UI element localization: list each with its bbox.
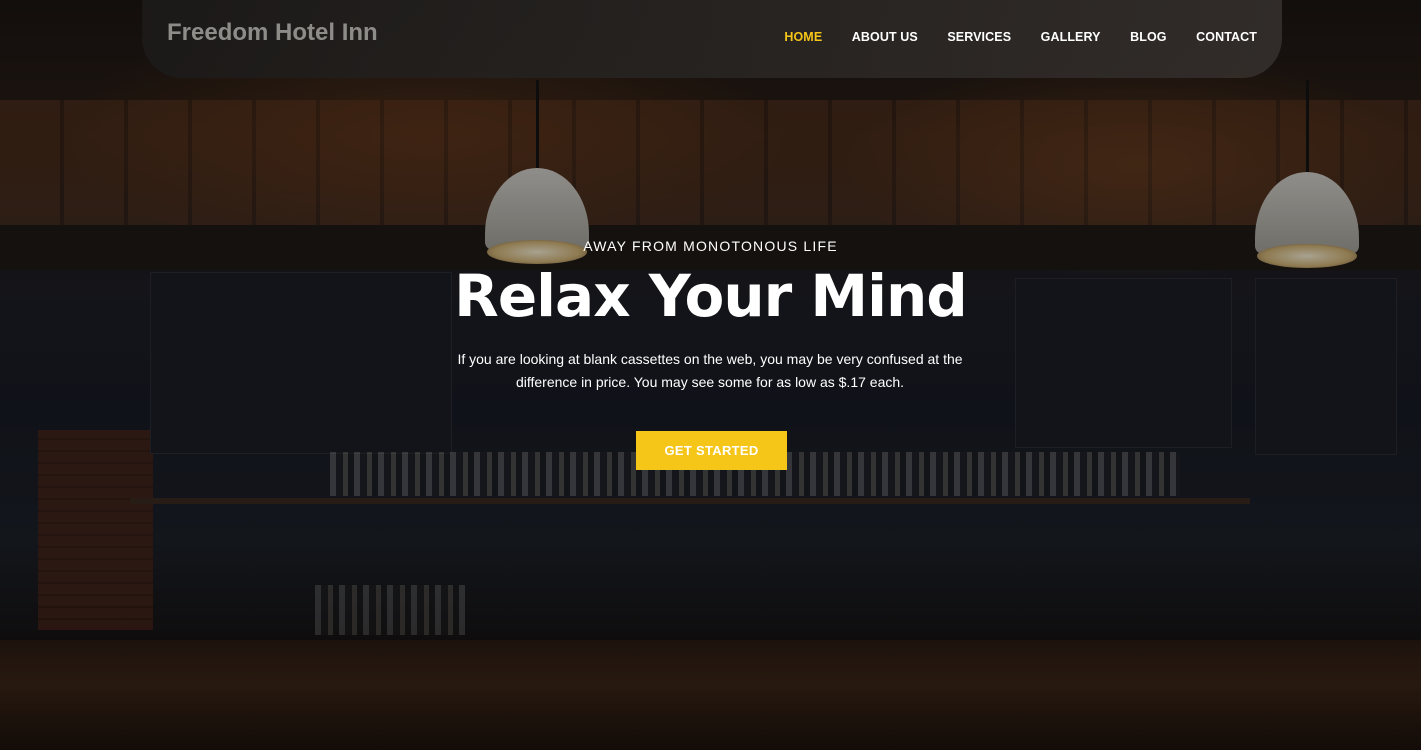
main-nav: HOME ABOUT US SERVICES GALLERY BLOG CONT… <box>755 30 1257 44</box>
hero-title: Relax Your Mind <box>454 262 968 330</box>
hero-description: If you are looking at blank cassettes on… <box>410 348 1010 394</box>
hero-section: Freedom Hotel Inn HOME ABOUT US SERVICES… <box>0 0 1421 750</box>
site-header: Freedom Hotel Inn HOME ABOUT US SERVICES… <box>142 0 1282 78</box>
nav-contact[interactable]: CONTACT <box>1196 30 1257 44</box>
nav-gallery[interactable]: GALLERY <box>1041 30 1101 44</box>
site-logo[interactable]: Freedom Hotel Inn <box>167 19 378 47</box>
nav-services[interactable]: SERVICES <box>947 30 1011 44</box>
hero-description-line-1: If you are looking at blank cassettes on… <box>457 351 963 367</box>
get-started-button[interactable]: GET STARTED <box>636 431 787 470</box>
nav-home[interactable]: HOME <box>784 30 822 44</box>
nav-blog[interactable]: BLOG <box>1130 30 1167 44</box>
nav-about-us[interactable]: ABOUT US <box>852 30 918 44</box>
hero-kicker: AWAY FROM MONOTONOUS LIFE <box>583 238 838 254</box>
hero-description-line-2: difference in price. You may see some fo… <box>515 374 905 390</box>
